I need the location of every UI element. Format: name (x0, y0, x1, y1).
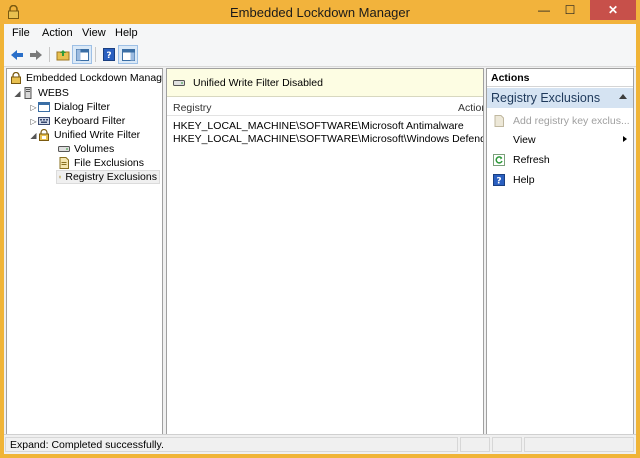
tree-item-label: WEBS (38, 87, 69, 99)
expanded-arrow-icon[interactable]: ◢ (13, 89, 22, 98)
toolbar-separator (95, 47, 96, 62)
drive-icon (173, 79, 185, 86)
toolbar: ? (4, 43, 636, 67)
svg-text:?: ? (496, 176, 501, 186)
tree-item-label: File Exclusions (74, 157, 145, 169)
details-pane: Unified Write Filter Disabled Registry A… (166, 68, 484, 452)
refresh-icon (493, 153, 505, 166)
tree-item-label: Embedded Lockdown Manager (26, 72, 163, 84)
column-header-action[interactable]: Action (458, 102, 483, 114)
action-label: Help (513, 173, 535, 186)
add-registry-key-exclusion-action[interactable]: Add registry key exclus... (487, 112, 633, 129)
collapse-up-icon[interactable] (619, 94, 627, 99)
lock-icon (11, 72, 21, 84)
up-folder-button[interactable] (53, 45, 73, 64)
back-icon (11, 49, 23, 60)
uwf-status-text: Unified Write Filter Disabled (193, 76, 323, 89)
toolbar-separator (49, 47, 50, 62)
maximize-button[interactable]: ☐ (557, 0, 583, 20)
tree-item-volumes[interactable]: Volumes (58, 142, 114, 156)
status-segment (524, 437, 634, 452)
list-item[interactable]: HKEY_LOCAL_MACHINE\SOFTWARE\Microsoft An… (173, 120, 464, 133)
action-label: Add registry key exclus... (513, 114, 630, 127)
minimize-button[interactable]: — (531, 0, 557, 20)
help-action[interactable]: ? Help (487, 171, 633, 188)
help-icon: ? (493, 173, 505, 186)
tree-item-label: Keyboard Filter (54, 115, 126, 127)
actions-pane: Actions Registry Exclusions Add registry… (486, 68, 634, 452)
computer-icon (24, 87, 32, 99)
svg-text:?: ? (106, 51, 111, 61)
up-folder-icon (56, 49, 70, 60)
show-hide-action-pane-icon (121, 48, 135, 61)
action-label: Refresh (513, 153, 550, 166)
navigation-tree: Embedded Lockdown Manager ◢ WEBS ▷ Dialo… (6, 68, 163, 452)
actions-title: Actions (487, 69, 633, 87)
status-bar: Expand: Completed successfully. (4, 434, 636, 454)
tree-item-webs[interactable]: ◢ WEBS (13, 86, 69, 100)
registry-exclusion-icon (59, 175, 62, 179)
menu-file[interactable]: File (12, 27, 30, 39)
tree-item-keyboard-filter[interactable]: ▷ Keyboard Filter (29, 114, 125, 128)
menu-action[interactable]: Action (42, 27, 73, 39)
action-label: View (513, 133, 536, 146)
actions-section-label: Registry Exclusions (491, 91, 601, 105)
tree-item-dialog-filter[interactable]: ▷ Dialog Filter (29, 100, 110, 114)
list-item[interactable]: HKEY_LOCAL_MACHINE\SOFTWARE\Microsoft\Wi… (173, 133, 483, 146)
drive-icon (58, 146, 70, 152)
client-area: File Action View Help ? Embedded Lockdow… (4, 24, 636, 454)
tree-item-root[interactable]: Embedded Lockdown Manager (10, 71, 163, 85)
app-window: Embedded Lockdown Manager — ☐ ✕ File Act… (0, 0, 640, 458)
add-exclusion-icon (494, 114, 504, 127)
menu-bar: File Action View Help (4, 24, 636, 43)
actions-section-header[interactable]: Registry Exclusions (487, 88, 633, 108)
back-button[interactable] (7, 45, 27, 64)
blank-icon (493, 134, 505, 146)
submenu-arrow-icon (623, 136, 627, 142)
dialog-icon (38, 102, 50, 112)
help-icon: ? (103, 48, 115, 61)
status-segment (460, 437, 490, 452)
tree-item-file-exclusions[interactable]: File Exclusions (58, 156, 144, 170)
collapsed-arrow-icon[interactable]: ▷ (29, 103, 38, 112)
list-header: Registry Action (167, 99, 483, 116)
write-filter-icon (39, 129, 49, 141)
tree-item-registry-exclusions[interactable]: Registry Exclusions (56, 170, 160, 184)
tree-item-unified-write-filter[interactable]: ◢ Unified Write Filter (29, 128, 140, 142)
menu-help[interactable]: Help (115, 27, 138, 39)
collapsed-arrow-icon[interactable]: ▷ (29, 117, 38, 126)
tree-item-label: Dialog Filter (54, 101, 111, 113)
title-bar[interactable]: Embedded Lockdown Manager — ☐ ✕ (0, 0, 640, 24)
tree-item-label: Unified Write Filter (54, 129, 141, 141)
status-segment (492, 437, 522, 452)
tree-item-label: Volumes (74, 143, 115, 155)
status-segment: Expand: Completed successfully. (5, 437, 458, 452)
help-toolbar-button[interactable]: ? (99, 45, 119, 64)
file-exclusion-icon (59, 157, 69, 169)
show-hide-tree-button[interactable] (72, 45, 92, 64)
uwf-status-banner: Unified Write Filter Disabled (167, 69, 483, 97)
status-text: Expand: Completed successfully. (10, 439, 164, 451)
column-header-registry[interactable]: Registry (173, 102, 212, 114)
refresh-action[interactable]: Refresh (487, 151, 633, 168)
forward-icon (30, 49, 42, 60)
close-button[interactable]: ✕ (590, 0, 636, 20)
forward-button[interactable] (26, 45, 46, 64)
expanded-arrow-icon[interactable]: ◢ (29, 131, 38, 140)
keyboard-icon (38, 117, 50, 125)
show-hide-tree-icon (75, 48, 89, 61)
show-hide-action-pane-button[interactable] (118, 45, 138, 64)
view-action[interactable]: View (487, 131, 633, 148)
menu-view[interactable]: View (82, 27, 106, 39)
tree-item-label: Registry Exclusions (65, 171, 157, 183)
